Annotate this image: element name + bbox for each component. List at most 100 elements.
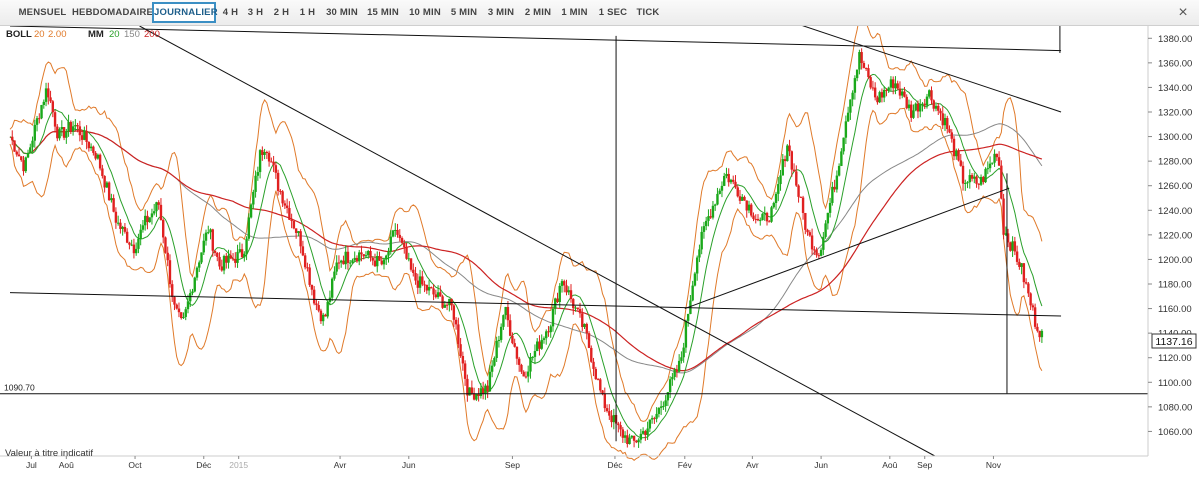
y-tick-label: 1340.00	[1158, 83, 1192, 94]
candle-body	[612, 414, 616, 423]
candle-body	[459, 344, 462, 356]
disclaimer-text: Valeur à titre indicatif	[5, 448, 93, 459]
candle-body	[71, 126, 75, 132]
candle-body	[522, 371, 525, 377]
candle	[29, 143, 32, 154]
candle	[876, 95, 879, 105]
candle-body	[581, 313, 584, 327]
candle-body	[157, 202, 160, 205]
candle	[301, 240, 305, 257]
close-icon[interactable]: ×	[1173, 3, 1193, 23]
candle	[554, 297, 557, 315]
candle-body	[335, 262, 338, 272]
indicator-legend: BOLL 20 2.00 MM 20 150 200	[6, 29, 160, 40]
candle	[290, 213, 293, 229]
timeframe-button-1-sec[interactable]: 1 SEC	[596, 2, 630, 23]
candle-body	[76, 125, 79, 127]
timeframe-button-3-min[interactable]: 3 MIN	[484, 2, 518, 23]
timeframe-button-hebdomadaire[interactable]: HEBDOMADAIRE	[72, 2, 153, 23]
candle	[134, 242, 138, 256]
candle-body	[637, 439, 640, 443]
candle-body	[795, 171, 798, 186]
candle-body	[38, 118, 41, 120]
y-tick-label: 1320.00	[1158, 108, 1192, 119]
candle-body	[835, 175, 839, 190]
candle	[745, 200, 748, 218]
candle-body	[125, 231, 129, 243]
candle	[664, 395, 667, 412]
candle	[324, 313, 327, 317]
candle-body	[20, 156, 23, 161]
candle-body	[952, 138, 956, 157]
candle	[563, 279, 566, 293]
timeframe-button-2-min[interactable]: 2 MIN	[523, 2, 553, 23]
candle	[910, 100, 913, 122]
candle-body	[1036, 326, 1039, 331]
timeframe-button-journalier[interactable]: JOURNALIER	[152, 2, 218, 23]
candle	[114, 207, 118, 229]
timeframe-button-15-min[interactable]: 15 MIN	[364, 2, 402, 23]
candle-body	[355, 257, 359, 262]
candle	[337, 255, 341, 270]
candle-body	[454, 319, 458, 325]
candle	[786, 144, 789, 162]
timeframe-button-tick[interactable]: TICK	[634, 2, 662, 23]
candle	[58, 127, 61, 141]
timeframe-button-2-h[interactable]: 2 H	[271, 2, 292, 23]
candle	[263, 148, 266, 160]
candle-body	[281, 191, 284, 204]
price-chart: 1060.001080.001100.001120.001140.001160.…	[0, 26, 1197, 470]
candle	[418, 269, 422, 294]
candle-body	[574, 307, 577, 309]
candle	[635, 439, 638, 444]
candle-body	[671, 376, 674, 380]
candle	[689, 295, 692, 315]
timeframe-button-1-h[interactable]: 1 H	[297, 2, 318, 23]
candle	[299, 229, 302, 254]
candle-body	[112, 198, 115, 212]
candle-body	[58, 129, 61, 139]
candle	[459, 337, 462, 358]
candle	[1031, 303, 1035, 311]
y-tick-label: 1300.00	[1158, 132, 1192, 143]
candle	[592, 357, 595, 377]
x-tick-label: Oct	[128, 460, 142, 470]
candle-body	[1029, 293, 1032, 306]
candle-body	[968, 175, 971, 183]
candle	[159, 198, 163, 221]
candle-body	[810, 235, 814, 250]
candle-body	[668, 379, 672, 393]
candle-body	[394, 229, 397, 231]
candle-body	[285, 205, 289, 209]
candle-body	[353, 257, 356, 261]
timeframe-button-mensuel[interactable]: MENSUEL	[16, 2, 69, 23]
timeframe-button-1-min[interactable]: 1 MIN	[558, 2, 591, 23]
candle-body	[403, 242, 406, 248]
candle-body	[869, 77, 872, 88]
candle-body	[56, 126, 59, 139]
candle	[35, 115, 39, 132]
candle	[265, 150, 269, 159]
timeframe-button-10-min[interactable]: 10 MIN	[406, 2, 444, 23]
candle-body	[87, 141, 91, 149]
boll-period: 20	[34, 29, 45, 40]
candle	[193, 276, 196, 293]
candle-body	[342, 260, 345, 265]
candle-body	[727, 173, 730, 183]
candle	[182, 312, 185, 319]
timeframe-button-5-min[interactable]: 5 MIN	[449, 2, 479, 23]
candle-body	[344, 251, 347, 265]
candle-body	[716, 193, 719, 205]
candle	[797, 184, 800, 203]
timeframe-button-4-h[interactable]: 4 H	[220, 2, 241, 23]
candle	[85, 125, 88, 150]
candle	[795, 165, 798, 187]
candle	[272, 155, 275, 173]
candle-body	[123, 226, 127, 232]
candle	[238, 242, 242, 254]
candle	[560, 279, 564, 293]
candle	[423, 280, 426, 293]
timeframe-button-30-min[interactable]: 30 MIN	[323, 2, 361, 23]
timeframe-button-3-h[interactable]: 3 H	[245, 2, 266, 23]
candle-body	[171, 284, 174, 298]
